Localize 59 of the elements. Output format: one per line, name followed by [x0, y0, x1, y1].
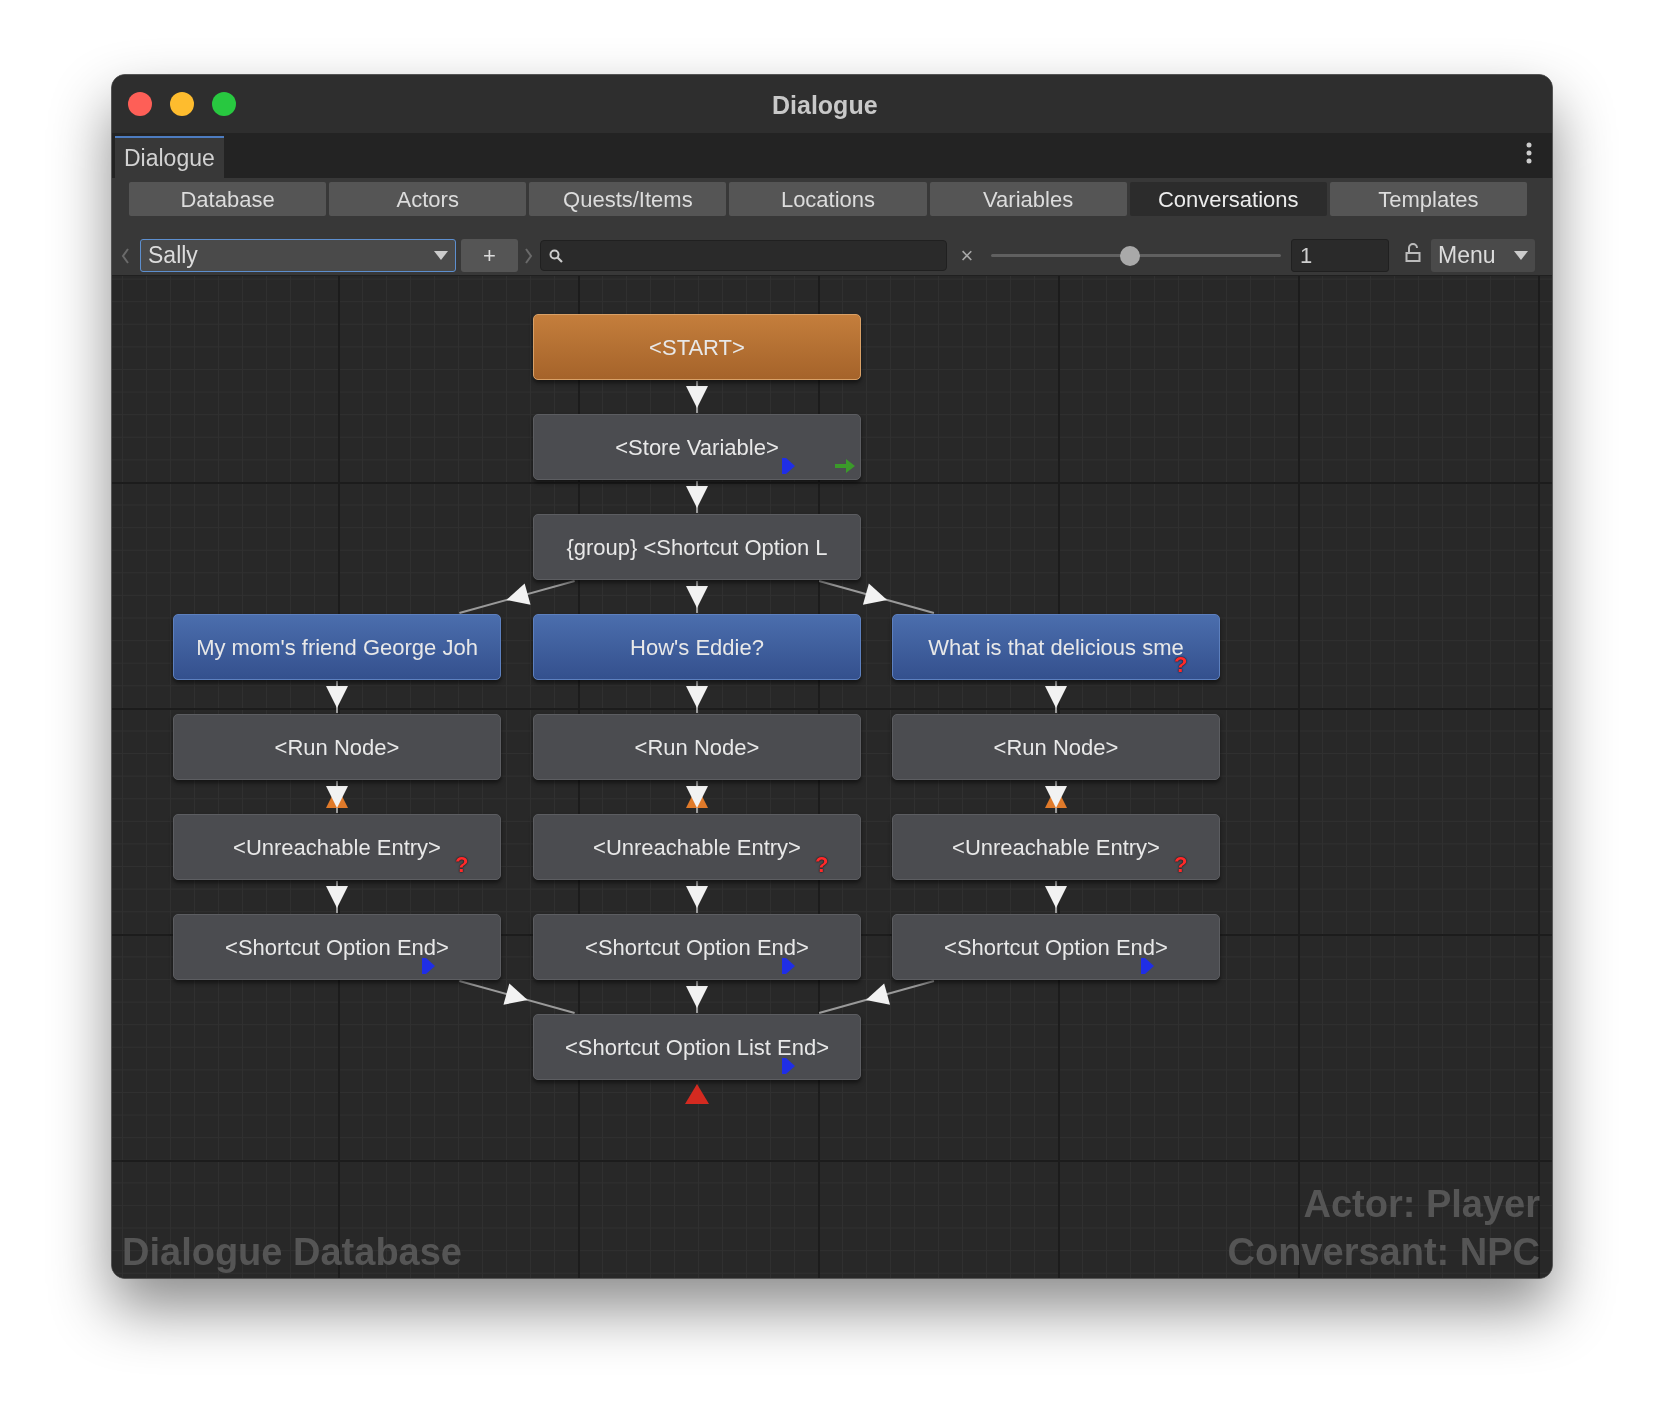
connector-arrow — [1045, 880, 1067, 914]
dialogue-node[interactable]: {group} <Shortcut Option L — [533, 514, 861, 580]
end-marker-icon — [685, 1084, 709, 1104]
tab[interactable]: Database — [129, 182, 327, 216]
arrow-right-icon — [835, 458, 855, 474]
flag-icon — [421, 958, 435, 974]
connector-arrow — [326, 680, 348, 714]
connector-arrow — [1045, 680, 1067, 714]
more-options-icon[interactable] — [1526, 142, 1532, 164]
connector-arrow — [686, 380, 708, 414]
flag-icon — [781, 458, 795, 474]
dialogue-node[interactable]: <Run Node> — [173, 714, 501, 780]
flag-icon — [781, 958, 795, 974]
flag-icon — [781, 1058, 795, 1074]
tab[interactable]: Variables — [929, 182, 1127, 216]
window-title: Dialogue — [772, 90, 878, 121]
search-field[interactable] — [540, 240, 947, 271]
conversation-title: Sally — [148, 241, 198, 271]
tab[interactable]: Conversations — [1129, 182, 1327, 216]
minimize-button[interactable] — [170, 92, 194, 116]
question-mark: ? — [455, 854, 469, 876]
menu-label: Menu — [1438, 241, 1496, 271]
dialogue-node[interactable]: <Shortcut Option End> — [533, 914, 861, 980]
search-icon — [549, 248, 563, 263]
connector-arrow — [686, 980, 708, 1014]
panel-tab[interactable]: Dialogue — [115, 136, 224, 178]
add-button[interactable]: + — [461, 239, 518, 272]
node-id-field[interactable]: 1 — [1291, 239, 1389, 272]
dialogue-node[interactable]: <Shortcut Option End> — [892, 914, 1220, 980]
caret-icon — [1514, 251, 1528, 260]
close-button[interactable] — [128, 92, 152, 116]
dialogue-node[interactable]: <Run Node> — [533, 714, 861, 780]
caret-icon — [434, 251, 448, 260]
connector-arrow — [686, 580, 708, 614]
question-mark: ? — [815, 854, 829, 876]
tab[interactable]: Actors — [329, 182, 527, 216]
response-node[interactable]: How's Eddie? — [533, 614, 861, 680]
tab[interactable]: Locations — [729, 182, 927, 216]
question-mark: ? — [1174, 854, 1188, 876]
dialogue-node[interactable]: <Store Variable> — [533, 414, 861, 480]
lock-icon[interactable] — [1405, 242, 1421, 263]
dialogue-node[interactable]: <Shortcut Option End> — [173, 914, 501, 980]
question-mark: ? — [1174, 654, 1188, 676]
connector-arrow — [686, 880, 708, 914]
tab[interactable]: Quests/Items — [529, 182, 727, 216]
slider-thumb[interactable] — [1120, 245, 1141, 266]
clear-search-button[interactable]: × — [957, 244, 977, 267]
menu-dropdown[interactable]: Menu — [1431, 239, 1535, 272]
zoom-slider[interactable] — [991, 244, 1281, 267]
tab[interactable]: Templates — [1329, 182, 1527, 216]
dialogue-node[interactable]: <Shortcut Option List End> — [533, 1014, 861, 1080]
connector-arrow — [686, 480, 708, 514]
flag-icon — [1140, 958, 1154, 974]
conversation-dropdown[interactable]: Sally — [140, 239, 456, 272]
response-node[interactable]: My mom's friend George Joh — [173, 614, 501, 680]
connector-arrow — [326, 880, 348, 914]
zoom-button[interactable] — [212, 92, 236, 116]
dialogue-node[interactable]: <Run Node> — [892, 714, 1220, 780]
connector-arrow — [686, 680, 708, 714]
